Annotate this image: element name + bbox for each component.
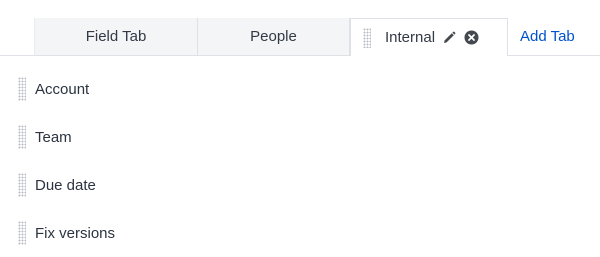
field-label: Team — [35, 128, 72, 146]
list-item[interactable]: Account — [18, 77, 115, 101]
add-tab-label: Add Tab — [520, 28, 575, 45]
drag-handle-icon[interactable] — [18, 77, 26, 101]
drag-handle-icon[interactable] — [18, 173, 26, 197]
divider — [0, 55, 34, 56]
drag-handle-icon[interactable] — [18, 125, 26, 149]
list-item[interactable]: Fix versions — [18, 221, 115, 245]
tab-people[interactable]: People — [198, 18, 350, 56]
field-label: Fix versions — [35, 224, 116, 242]
tab-label: Internal — [385, 29, 436, 46]
tab-field-tab[interactable]: Field Tab — [34, 18, 198, 56]
tab-internal[interactable]: Internal — [350, 18, 508, 56]
add-tab-link[interactable]: Add Tab — [508, 18, 600, 56]
tab-bar: Field Tab People Internal Add Tab — [0, 18, 600, 56]
field-label: Account — [35, 80, 90, 98]
list-item[interactable]: Due date — [18, 173, 115, 197]
close-icon[interactable] — [464, 30, 479, 45]
field-list: Account Team Due date Fix versions — [18, 77, 115, 257]
drag-handle-icon[interactable] — [18, 221, 26, 245]
pencil-icon[interactable] — [442, 31, 456, 45]
list-item[interactable]: Team — [18, 125, 115, 149]
drag-handle-icon[interactable] — [363, 27, 371, 48]
tab-label: People — [250, 28, 297, 45]
field-label: Due date — [35, 176, 96, 194]
tab-label: Field Tab — [85, 28, 147, 45]
